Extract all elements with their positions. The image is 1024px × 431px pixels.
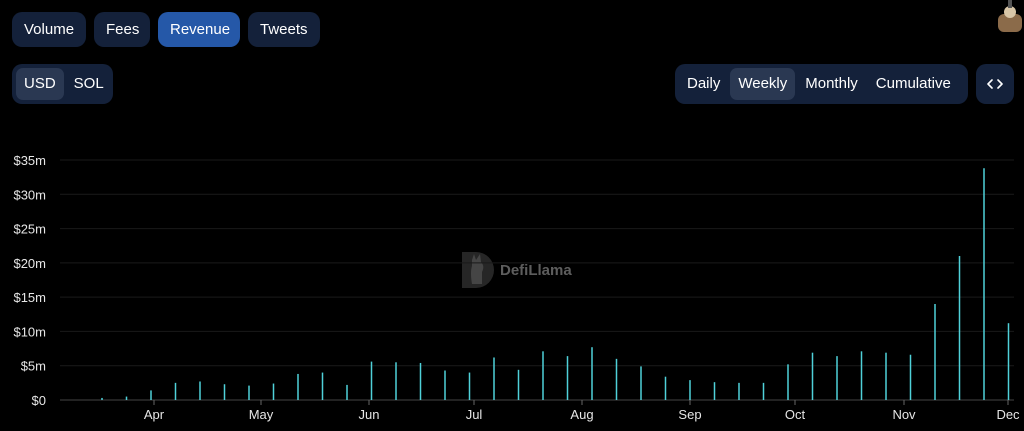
period-daily[interactable]: Daily [679, 68, 728, 100]
bar [370, 361, 373, 400]
bar [395, 362, 397, 400]
tab-tweets[interactable]: Tweets [248, 12, 320, 47]
y-tick-label: $25m [13, 222, 46, 237]
bar [860, 351, 863, 400]
bar [958, 256, 961, 400]
x-tick-label: Nov [892, 407, 916, 422]
x-tick-label: Aug [570, 407, 593, 422]
bar [787, 364, 789, 400]
bar [542, 351, 544, 400]
bar [493, 357, 495, 400]
period-toggle: Daily Weekly Monthly Cumulative [675, 64, 968, 104]
x-tick-label: Jun [359, 407, 380, 422]
avatar[interactable] [996, 0, 1024, 34]
bar [444, 370, 446, 400]
currency-usd[interactable]: USD [16, 68, 64, 100]
bar [591, 347, 593, 400]
bar [346, 384, 348, 400]
bar [738, 382, 740, 400]
bar [150, 390, 152, 400]
bar [713, 382, 716, 400]
bar [934, 304, 936, 400]
bar [983, 168, 985, 400]
bar [640, 366, 642, 400]
bar [517, 369, 520, 400]
bar [762, 382, 765, 400]
bar [199, 381, 201, 400]
bar [248, 385, 250, 400]
x-tick-label: Dec [996, 407, 1020, 422]
period-cumulative[interactable]: Cumulative [868, 68, 959, 100]
y-tick-label: $10m [13, 324, 46, 339]
y-tick-label: $5m [21, 359, 46, 374]
code-icon [987, 79, 1003, 89]
period-weekly[interactable]: Weekly [730, 68, 796, 100]
x-tick-label: Jul [466, 407, 483, 422]
embed-button[interactable] [976, 64, 1014, 104]
y-tick-label: $30m [13, 187, 46, 202]
avatar-icon [998, 0, 1022, 32]
bar [811, 352, 814, 400]
bar [468, 372, 471, 400]
bar [1007, 323, 1010, 400]
bar [321, 372, 324, 400]
x-tick-label: Apr [144, 407, 165, 422]
revenue-chart: $0 $5m $10m $15m $20m $25m $30m $35m Apr May Jun Ju… [13, 153, 1020, 422]
bar [297, 373, 299, 400]
tab-volume[interactable]: Volume [12, 12, 86, 47]
bar [836, 356, 838, 400]
bar [615, 358, 618, 400]
y-tick-label: $15m [13, 290, 46, 305]
bar [125, 396, 128, 400]
y-tick-label: $0 [32, 393, 46, 408]
bar [223, 384, 226, 400]
x-tick-label: May [249, 407, 274, 422]
tab-revenue[interactable]: Revenue [158, 12, 240, 47]
y-tick-label: $35m [13, 153, 46, 168]
x-tick-label: Sep [678, 407, 701, 422]
bar [909, 354, 912, 400]
bar [566, 356, 569, 400]
tab-fees[interactable]: Fees [94, 12, 150, 47]
bar [689, 380, 691, 400]
bar [419, 362, 422, 400]
bar [101, 397, 103, 400]
currency-sol[interactable]: SOL [66, 68, 112, 100]
period-monthly[interactable]: Monthly [797, 68, 866, 100]
bar [885, 352, 887, 400]
bar [272, 383, 275, 400]
bar [664, 376, 667, 400]
y-tick-label: $20m [13, 256, 46, 271]
x-tick-label: Oct [785, 407, 806, 422]
bar [174, 382, 177, 400]
currency-toggle: USD SOL [12, 64, 113, 104]
